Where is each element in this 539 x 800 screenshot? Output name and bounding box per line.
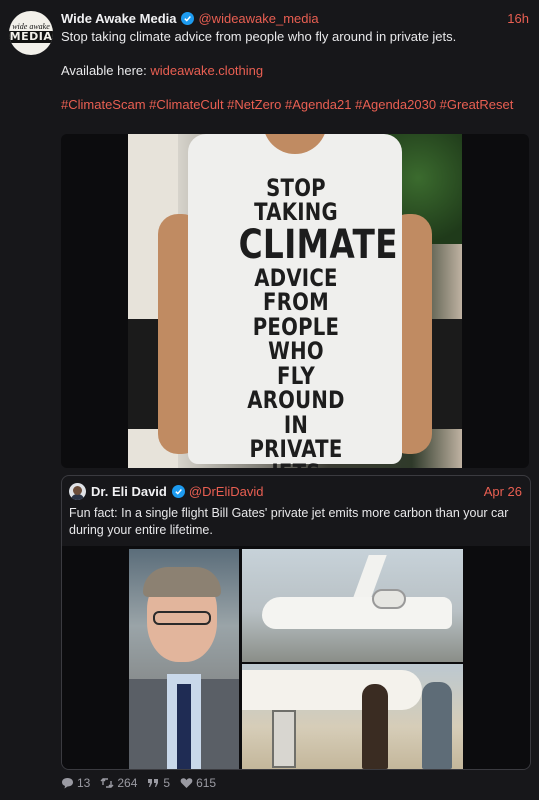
boost-icon: [100, 778, 114, 788]
avatar-text-bottom: MEDIA: [9, 30, 53, 43]
post-body: Stop taking climate advice from people w…: [61, 28, 525, 113]
shirt-print-text: STOP TAKING CLIMATE ADVICE FROM PEOPLE W…: [238, 174, 398, 468]
reply-icon: [62, 778, 73, 789]
author-handle[interactable]: @wideawake_media: [198, 11, 318, 26]
shop-link[interactable]: wideawake.clothing: [150, 63, 263, 78]
author-name[interactable]: Wide Awake Media: [61, 11, 176, 26]
quote-button[interactable]: 5: [147, 776, 170, 790]
quoted-text: Fun fact: In a single flight Bill Gates'…: [69, 506, 509, 537]
post-time[interactable]: 16h: [507, 11, 529, 26]
like-count: 615: [196, 776, 217, 790]
shirt-line: FLY AROUND IN: [247, 361, 345, 439]
verified-icon: [181, 11, 195, 25]
shirt-line: PEOPLE WHO: [252, 312, 340, 366]
quoted-header: Dr. Eli David @DrEliDavid Apr 26: [69, 482, 522, 500]
post: wide awake MEDIA Wide Awake Media @widea…: [0, 0, 539, 800]
reply-count: 13: [77, 776, 91, 790]
shirt-line: PRIVATE JETS: [249, 435, 343, 468]
like-button[interactable]: 615: [180, 776, 216, 790]
boost-button[interactable]: 264: [100, 776, 137, 790]
heart-icon: [180, 778, 193, 788]
jet-photo: [242, 549, 463, 662]
post-image[interactable]: STOP TAKING CLIMATE ADVICE FROM PEOPLE W…: [61, 134, 529, 468]
post-header: Wide Awake Media @wideawake_media 16h: [61, 9, 529, 27]
available-line: Available here: wideawake.clothing: [61, 62, 525, 79]
post-text: Stop taking climate advice from people w…: [61, 29, 457, 44]
quoted-avatar[interactable]: [69, 482, 86, 500]
tshirt-photo: STOP TAKING CLIMATE ADVICE FROM PEOPLE W…: [128, 134, 462, 468]
shirt-line: STOP TAKING: [254, 174, 338, 227]
quoted-time[interactable]: Apr 26: [484, 484, 522, 499]
quoted-author-handle[interactable]: @DrEliDavid: [189, 484, 264, 499]
quoted-author-name[interactable]: Dr. Eli David: [91, 484, 167, 499]
hashtags[interactable]: #ClimateScam #ClimateCult #NetZero #Agen…: [61, 96, 525, 113]
post-stats: 13 264 5 615: [61, 775, 226, 791]
quote-count: 5: [163, 776, 171, 790]
shirt-line: ADVICE FROM: [254, 263, 338, 317]
author-avatar[interactable]: wide awake MEDIA: [9, 11, 53, 55]
available-label: Available here:: [61, 63, 151, 78]
verified-icon: [171, 484, 185, 498]
boost-count: 264: [117, 776, 138, 790]
reply-button[interactable]: 13: [61, 776, 90, 790]
portrait-photo: [129, 549, 239, 769]
jet-boarding-photo: [242, 664, 463, 769]
quoted-image[interactable]: [62, 546, 530, 769]
quote-icon: [148, 779, 159, 787]
shirt-line: CLIMATE: [238, 221, 398, 268]
quoted-post[interactable]: Dr. Eli David @DrEliDavid Apr 26 Fun fac…: [61, 475, 531, 770]
